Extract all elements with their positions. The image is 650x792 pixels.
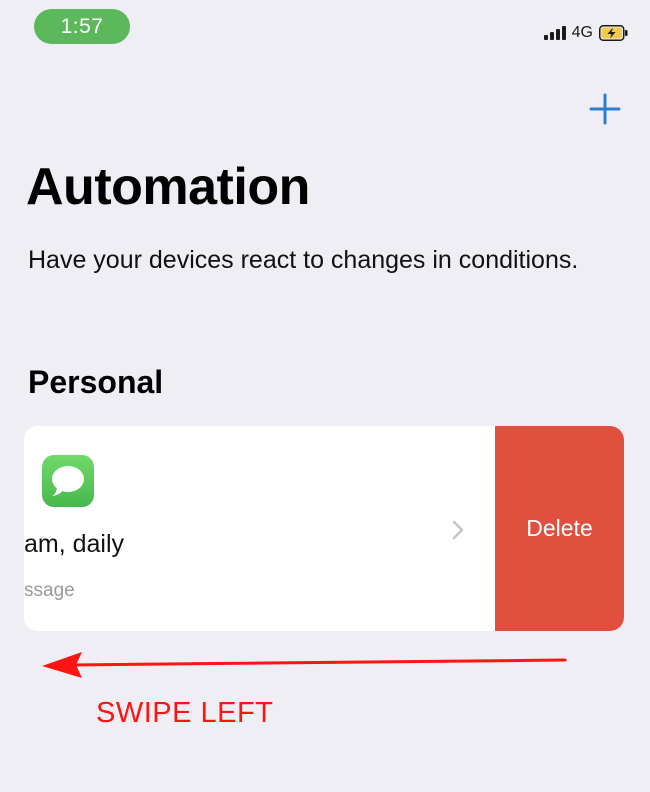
messages-app-icon: [42, 455, 94, 507]
status-time: 1:57: [34, 9, 130, 44]
page-title: Automation: [26, 158, 310, 216]
arrow-left-icon: [42, 652, 567, 678]
automation-card: am, daily ssage Delete: [24, 426, 624, 631]
swipe-left-annotation: SWIPE LEFT: [96, 697, 274, 729]
battery-charging-icon: [599, 25, 628, 41]
network-type: 4G: [571, 24, 593, 41]
status-bar-right: 4G: [543, 20, 628, 46]
add-automation-button[interactable]: [588, 92, 622, 126]
automation-row[interactable]: am, daily ssage: [24, 426, 496, 631]
signal-icon: [543, 26, 566, 40]
page-subtitle: Have your devices react to changes in co…: [28, 246, 579, 274]
delete-button[interactable]: Delete: [495, 426, 624, 631]
plus-icon: [589, 93, 621, 125]
chevron-right-icon: [452, 520, 464, 540]
section-title-personal: Personal: [28, 364, 164, 400]
automation-row-title: am, daily: [24, 530, 125, 558]
automation-row-subtitle: ssage: [24, 580, 75, 601]
speech-bubble-icon: [52, 466, 84, 496]
